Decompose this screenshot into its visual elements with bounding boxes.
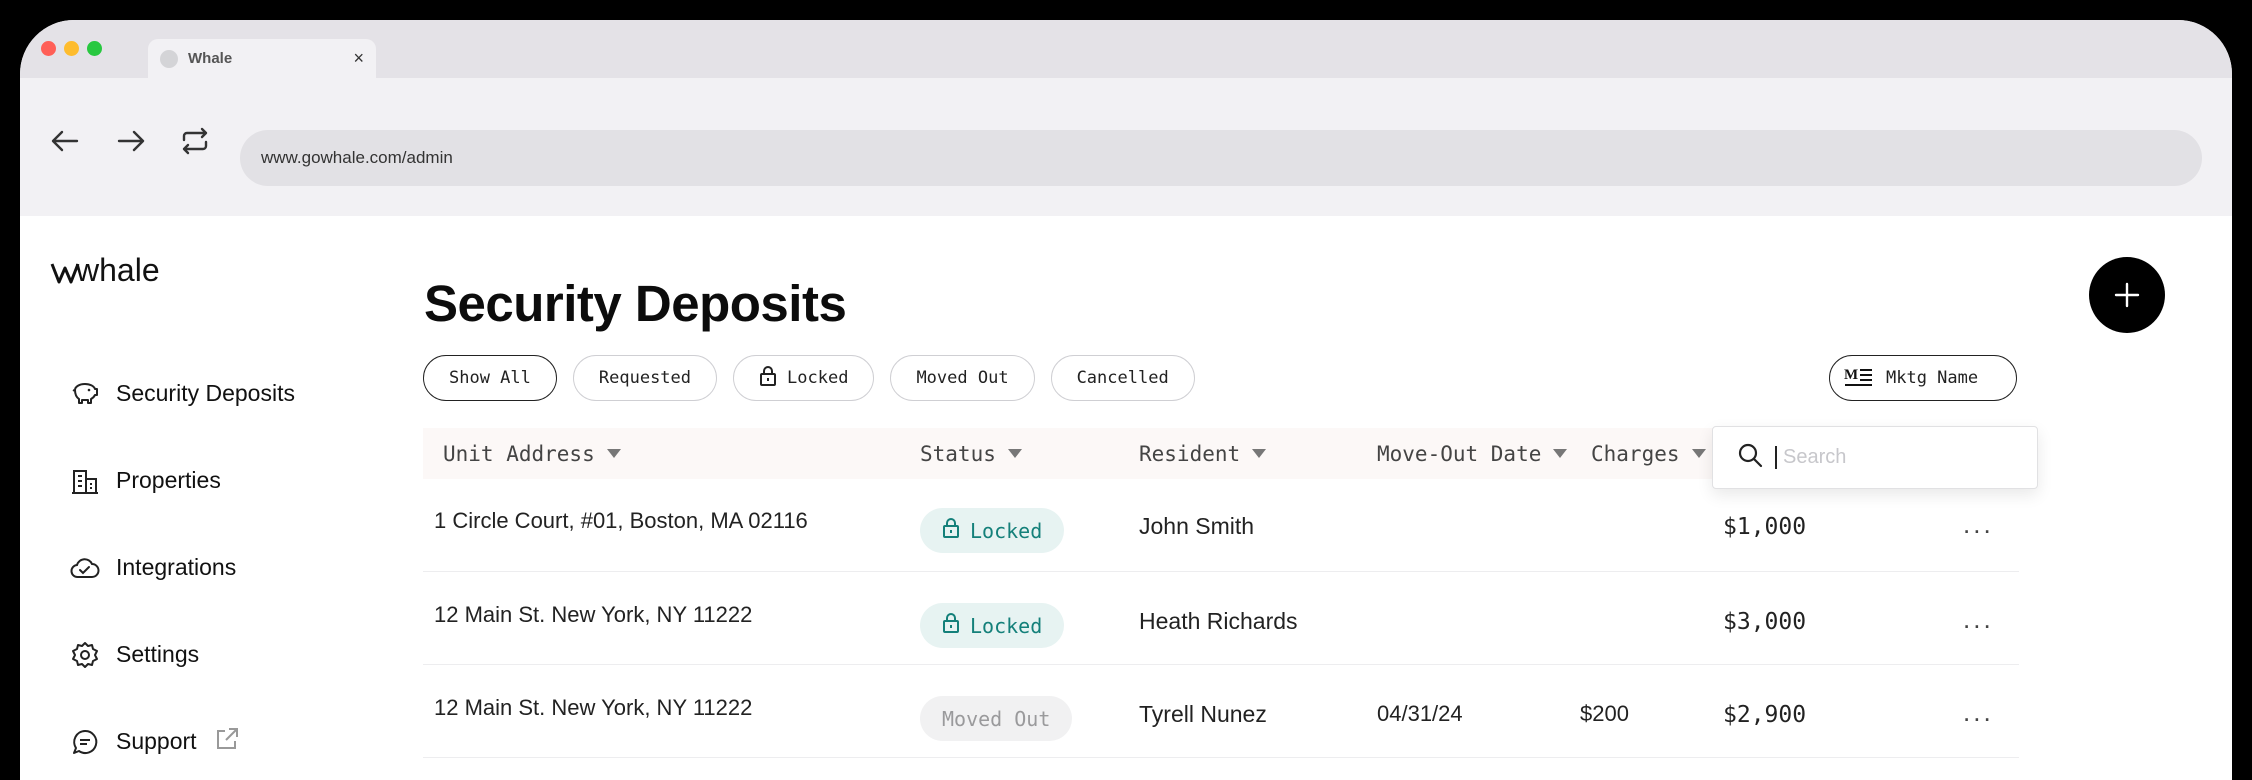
caret-down-icon xyxy=(1007,449,1022,458)
browser-tab[interactable]: Whale × xyxy=(148,39,376,78)
sidebar-item-label: Integrations xyxy=(116,554,237,580)
sidebar-item-security-deposits[interactable]: Security Deposits xyxy=(70,350,295,437)
filter-cancelled[interactable]: Cancelled xyxy=(1050,355,1195,401)
resident-name: Tyrell Nunez xyxy=(1139,701,1267,727)
cloud-check-icon xyxy=(70,553,100,583)
header-move-out-date[interactable]: Move-Out Date xyxy=(1377,441,1568,466)
header-label: Charges xyxy=(1591,441,1680,466)
filter-locked[interactable]: Locked xyxy=(733,355,875,401)
logo-text: whale xyxy=(75,252,160,286)
favicon-icon xyxy=(160,49,178,68)
search-icon xyxy=(1737,442,1763,473)
lock-icon xyxy=(942,613,960,638)
arrow-right-icon xyxy=(117,130,145,152)
move-out-date: 04/31/24 xyxy=(1377,701,1463,726)
add-deposit-button[interactable] xyxy=(2089,257,2165,333)
header-charges[interactable]: Charges xyxy=(1591,442,1706,466)
maximize-window-button[interactable] xyxy=(87,41,102,56)
row-actions-button[interactable]: ... xyxy=(1963,697,1994,728)
sort-label: Mktg Name xyxy=(1886,368,1979,388)
filter-show-all[interactable]: Show All xyxy=(423,355,557,401)
filter-moved-out[interactable]: Moved Out xyxy=(890,355,1035,401)
status-label: Locked xyxy=(970,518,1043,543)
piggy-bank-icon xyxy=(70,379,100,409)
status-filter-group: Show All Requested Locked Moved Out Canc… xyxy=(423,355,1195,401)
header-label: Move-Out Date xyxy=(1377,441,1542,466)
header-label: Resident xyxy=(1139,441,1241,466)
unit-address: 12 Main St. New York, NY 11222 xyxy=(434,602,753,627)
search-popover xyxy=(1712,426,2038,489)
lock-icon xyxy=(942,518,960,543)
reload-button[interactable] xyxy=(178,124,212,158)
resident-name: John Smith xyxy=(1139,513,1255,539)
plus-icon xyxy=(2114,282,2140,308)
chat-icon xyxy=(70,727,100,757)
status-label: Moved Out xyxy=(942,706,1051,731)
sidebar-item-label: Support xyxy=(116,728,197,754)
tab-title: Whale xyxy=(188,50,233,67)
tab-close-icon[interactable]: × xyxy=(353,48,364,69)
building-icon xyxy=(70,466,100,496)
sort-list-icon: M xyxy=(1844,365,1874,392)
filter-locked-label: Locked xyxy=(787,368,849,388)
sort-mktg-name-button[interactable]: M Mktg Name xyxy=(1829,355,2017,401)
reload-icon xyxy=(182,127,208,155)
caret-down-icon xyxy=(1252,449,1267,458)
page-title: Security Deposits xyxy=(424,275,847,332)
url-text: www.gowhale.com/admin xyxy=(261,148,453,167)
navigation-bar: www.gowhale.com/admin xyxy=(20,78,2232,216)
caret-down-icon xyxy=(1553,449,1568,458)
status-badge: Moved Out xyxy=(920,696,1073,741)
tab-bar: Whale × xyxy=(20,20,2232,78)
status-label: Locked xyxy=(970,613,1043,638)
charges-value: $200 xyxy=(1580,701,1629,726)
status-badge: Locked xyxy=(920,603,1065,648)
external-link-icon xyxy=(215,727,239,756)
deposit-amount: $2,900 xyxy=(1723,702,1807,728)
status-badge: Locked xyxy=(920,508,1065,553)
search-input[interactable] xyxy=(1775,446,2015,469)
minimize-window-button[interactable] xyxy=(64,41,79,56)
table-row[interactable]: 12 Main St. New York, NY 11222 Moved Out… xyxy=(423,665,2019,758)
arrow-left-icon xyxy=(51,130,79,152)
row-actions-button[interactable]: ... xyxy=(1963,509,1994,540)
whale-logo[interactable]: whale xyxy=(50,252,170,291)
forward-button[interactable] xyxy=(114,124,148,158)
lock-icon xyxy=(759,365,777,391)
close-window-button[interactable] xyxy=(41,41,56,56)
sidebar-nav: Security Deposits Properties Integration… xyxy=(70,350,295,780)
browser-window: Whale × www.gowhale.com/admin whale Secu… xyxy=(20,20,2232,780)
caret-down-icon xyxy=(1691,449,1706,458)
header-status[interactable]: Status xyxy=(920,442,1022,466)
sidebar-item-label: Properties xyxy=(116,467,221,493)
sidebar-item-support[interactable]: Support xyxy=(70,698,295,780)
header-label: Status xyxy=(920,441,996,466)
caret-down-icon xyxy=(606,449,621,458)
sidebar-item-label: Security Deposits xyxy=(116,380,295,406)
row-actions-button[interactable]: ... xyxy=(1963,604,1994,635)
unit-address: 12 Main St. New York, NY 11222 xyxy=(434,695,753,720)
header-label: Unit Address xyxy=(443,441,595,466)
table-row[interactable]: 12 Main St. New York, NY 11222 Locked He… xyxy=(423,572,2019,665)
gear-icon xyxy=(70,640,100,670)
deposit-amount: $1,000 xyxy=(1723,514,1807,540)
header-resident[interactable]: Resident xyxy=(1139,441,1267,466)
back-button[interactable] xyxy=(48,124,82,158)
filter-requested[interactable]: Requested xyxy=(572,355,718,401)
sidebar-item-label: Settings xyxy=(116,641,200,667)
header-unit-address[interactable]: Unit Address xyxy=(443,442,621,466)
sidebar-item-settings[interactable]: Settings xyxy=(70,611,295,698)
svg-text:M: M xyxy=(1844,367,1858,383)
table-row[interactable]: 1 Circle Court, #01, Boston, MA 02116 Lo… xyxy=(423,479,2019,572)
whale-logo-mark: whale xyxy=(50,252,160,288)
deposit-amount: $3,000 xyxy=(1723,609,1807,635)
sidebar-item-integrations[interactable]: Integrations xyxy=(70,524,295,611)
url-bar[interactable]: www.gowhale.com/admin xyxy=(240,130,2202,186)
window-controls xyxy=(41,41,102,56)
resident-name: Heath Richards xyxy=(1139,608,1298,634)
sidebar-item-properties[interactable]: Properties xyxy=(70,437,295,524)
unit-address: 1 Circle Court, #01, Boston, MA 02116 xyxy=(434,508,808,533)
